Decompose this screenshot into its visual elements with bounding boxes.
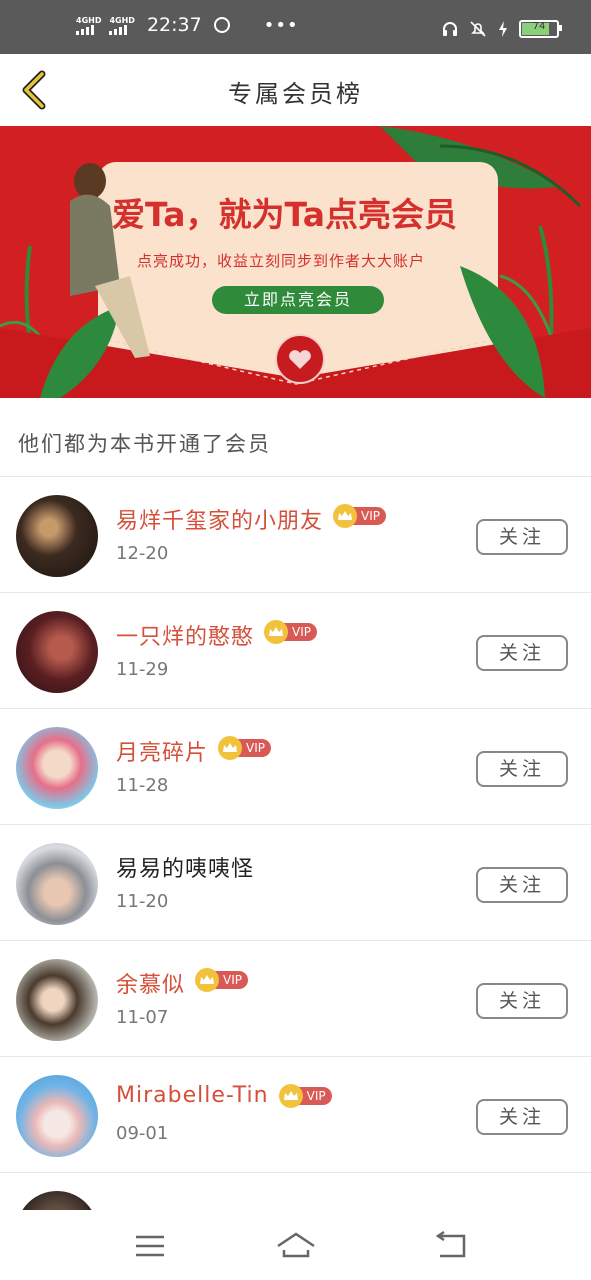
follow-button[interactable]: 关注 [476,867,568,903]
light-up-vip-button[interactable]: 立即点亮会员 [212,286,384,314]
list-item: Mirabelle-Tin VIP 09-01 关注 [0,1056,591,1173]
crown-icon [218,736,243,760]
status-bar: 4GHD 4GHD 22:37 ••• 74 [0,0,591,54]
avatar[interactable] [16,495,98,577]
menu-icon[interactable] [130,1228,170,1264]
member-date: 11-20 [116,891,169,912]
member-name[interactable]: Mirabelle-Tin [116,1083,269,1108]
follow-button[interactable]: 关注 [476,751,568,787]
avatar[interactable] [16,1075,98,1157]
avatar[interactable] [16,959,98,1041]
page-title: 专属会员榜 [228,80,363,108]
status-left: 4GHD 4GHD 22:37 ••• [76,14,299,36]
back-icon[interactable] [432,1228,472,1264]
home-icon[interactable] [276,1228,316,1264]
crown-icon [333,504,358,528]
vip-badge: VIP [333,504,386,528]
promo-banner[interactable]: 爱Ta，就为Ta点亮会员 点亮成功，收益立刻同步到作者大大账户 立即点亮会员 [0,126,591,398]
battery-icon: 74 [519,20,562,38]
list-item [0,1172,591,1213]
status-right: 74 [441,20,562,38]
member-date: 12-20 [116,543,169,564]
crown-icon [278,1084,303,1108]
member-date: 11-28 [116,775,169,796]
signal1-label: 4GHD [76,15,102,25]
list-item: 一只烊的憨憨 VIP 11-29 关注 [0,592,591,709]
avatar[interactable] [16,611,98,693]
avatar[interactable] [16,843,98,925]
charging-icon [499,21,507,37]
clock: 22:37 [146,14,202,36]
signal-icon: 4GHD [109,15,135,35]
member-date: 11-07 [116,1007,169,1028]
follow-button[interactable]: 关注 [476,635,568,671]
battery-level: 74 [532,21,546,32]
member-name[interactable]: 一只烊的憨憨 [116,619,254,651]
crown-icon [264,620,289,644]
list-item: 余慕似 VIP 11-07 关注 [0,940,591,1057]
vip-badge: VIP [195,968,248,992]
list-item: 月亮碎片 VIP 11-28 关注 [0,708,591,825]
member-name[interactable]: 易易的咦咦怪 [116,851,254,883]
follow-button[interactable]: 关注 [476,1099,568,1135]
member-date: 09-01 [116,1123,169,1144]
bottom-nav [0,1210,591,1280]
member-date: 11-29 [116,659,169,680]
sync-icon [213,17,230,33]
vip-badge: VIP [264,620,317,644]
headphones-icon [443,22,457,36]
member-name[interactable]: 余慕似 [116,967,185,999]
section-title: 他们都为本书开通了会员 [18,432,271,456]
member-name[interactable]: 月亮碎片 [116,735,208,767]
nav-bar: 专属会员榜 [0,54,591,127]
list-item: 易烊千玺家的小朋友 VIP 12-20 关注 [0,476,591,593]
follow-button[interactable]: 关注 [476,983,568,1019]
list-item: 易易的咦咦怪 11-20 关注 [0,824,591,941]
vip-badge: VIP [278,1084,332,1108]
vip-badge: VIP [218,736,271,760]
follow-button[interactable]: 关注 [476,519,568,555]
mute-bell-icon [470,21,486,37]
signal-icon: 4GHD [76,16,101,35]
more-dots: ••• [263,14,299,36]
heart-seal-icon [275,334,325,384]
crown-icon [195,968,220,992]
banner-title: 爱Ta，就为Ta点亮会员 [112,195,458,234]
avatar[interactable] [16,727,98,809]
signal2-label: 4GHD [109,15,135,25]
member-name[interactable]: 易烊千玺家的小朋友 [116,503,323,535]
banner-subtitle: 点亮成功，收益立刻同步到作者大大账户 [137,252,426,270]
